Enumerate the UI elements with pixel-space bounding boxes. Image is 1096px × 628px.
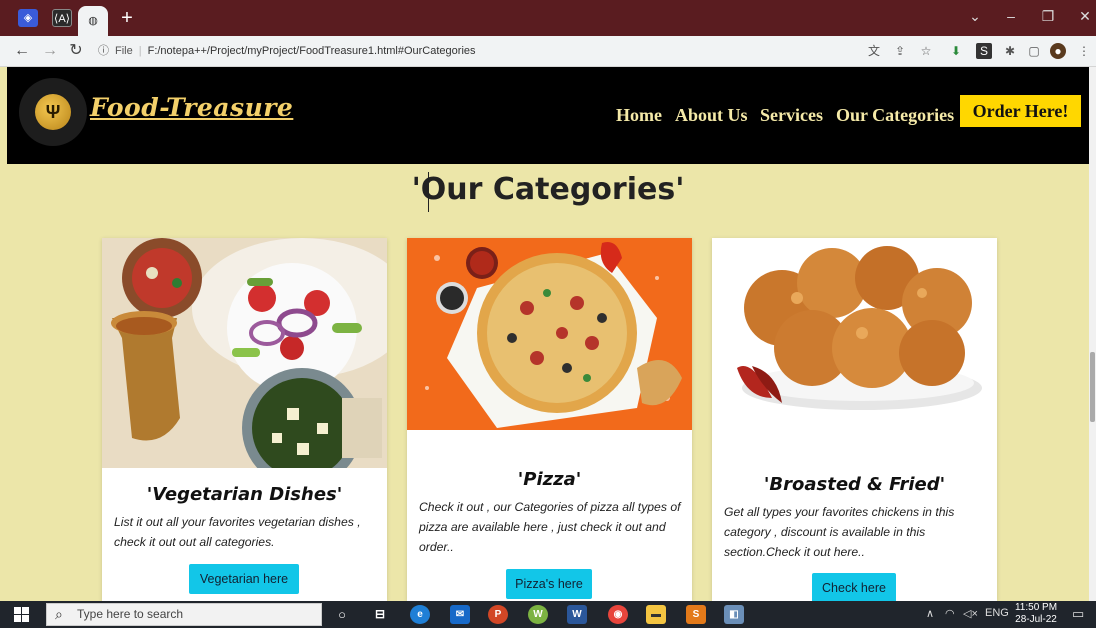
close-icon[interactable]: ✕	[1074, 8, 1096, 25]
windows-taskbar: ⌕ Type here to search ○ ⊟ e ✉ P W W ◉ ▬ …	[0, 601, 1096, 628]
category-card-vegetarian: 'Vegetarian Dishes' List it out all your…	[102, 238, 387, 601]
category-card-pizza: 'Pizza' Check it out , our Categories of…	[407, 238, 692, 601]
tab-search-icon[interactable]: ⌄	[964, 8, 986, 25]
nav-about-us[interactable]: About Us	[675, 105, 748, 126]
language-indicator[interactable]: ENG	[985, 607, 1009, 619]
mail-icon[interactable]: ✉	[450, 605, 470, 624]
pizzas-here-button[interactable]: Pizza's here	[506, 569, 592, 599]
extension-download-icon[interactable]: ⬇	[948, 43, 964, 59]
info-icon[interactable]: ⓘ	[98, 45, 109, 57]
section-title: 'Our Categories'	[411, 172, 685, 207]
check-here-button[interactable]: Check here	[812, 573, 896, 601]
word-icon[interactable]: W	[567, 605, 587, 624]
notifications-icon[interactable]: ▭	[1072, 606, 1084, 622]
url-separator: |	[138, 45, 142, 57]
profile-avatar-icon[interactable]: ●	[1050, 43, 1066, 59]
taskbar-search-placeholder: Type here to search	[77, 607, 184, 621]
nav-services[interactable]: Services	[760, 105, 823, 126]
pizza-image	[407, 238, 692, 430]
volume-muted-icon[interactable]: ◁×	[963, 607, 978, 620]
reload-icon[interactable]: ↻	[66, 41, 86, 61]
file-explorer-icon[interactable]: ▬	[646, 605, 666, 624]
page-scrollbar[interactable]	[1089, 67, 1096, 601]
windows-start-icon[interactable]	[14, 607, 30, 623]
taskbar-search-input[interactable]: ⌕ Type here to search	[46, 603, 322, 626]
powerpoint-icon[interactable]: P	[488, 605, 508, 624]
edge-icon[interactable]: e	[410, 605, 430, 624]
screen: ◈ ⟨A⟩ ◍ + ⌄ – ❐ ✕ ← → ↻ ⓘ File | F:/notepa+…	[0, 0, 1096, 628]
url-text: F:/notepa++/Project/myProject/FoodTreasu…	[147, 45, 476, 57]
tray-chevron-icon[interactable]: ∧	[926, 607, 934, 620]
browser-tab-strip: ◈ ⟨A⟩ ◍ + ⌄ – ❐ ✕	[0, 0, 1096, 36]
fried-chicken-image	[712, 238, 997, 423]
app-last-icon[interactable]: ◧	[724, 605, 744, 624]
clock-time: 11:50 PM	[1014, 602, 1058, 613]
address-bar: ← → ↻ ⓘ File | F:/notepa++/Project/myProjec…	[0, 36, 1096, 67]
extensions-puzzle-icon[interactable]: ✱	[1002, 43, 1018, 59]
url-field[interactable]: ⓘ File | F:/notepa++/Project/myProject/Food…	[98, 40, 858, 63]
brand-name[interactable]: Food-Treasure	[90, 93, 293, 122]
side-panel-icon[interactable]: ▢	[1026, 43, 1042, 59]
restore-icon[interactable]: ❐	[1037, 8, 1059, 25]
category-card-broasted: 'Broasted & Fried' Get all types your fa…	[712, 238, 997, 601]
vegetarian-here-button[interactable]: Vegetarian here	[189, 564, 299, 594]
bookmark-star-icon[interactable]: ☆	[918, 43, 934, 59]
site-header: Ψ Food-Treasure Home About Us Services O…	[7, 67, 1089, 164]
cortana-icon[interactable]: ○	[332, 605, 352, 624]
scrollbar-thumb[interactable]	[1090, 352, 1095, 422]
task-view-icon[interactable]: ⊟	[370, 605, 390, 624]
card-title: 'Vegetarian Dishes'	[146, 484, 343, 505]
logo[interactable]: Ψ	[19, 78, 87, 146]
menu-kebab-icon[interactable]: ⋮	[1076, 43, 1092, 59]
back-icon[interactable]: ←	[12, 41, 32, 61]
fork-knife-icon: Ψ	[35, 94, 71, 130]
card-title: 'Broasted & Fried'	[763, 474, 946, 495]
card-description: List it out all your favorites vegetaria…	[114, 515, 361, 549]
text-cursor	[428, 172, 429, 212]
vegetarian-dishes-image	[102, 238, 387, 468]
globe-icon: ◍	[88, 15, 98, 27]
new-tab-button[interactable]: +	[116, 6, 138, 30]
url-scheme-label: File	[115, 45, 133, 57]
app-w-icon[interactable]: W	[528, 605, 548, 624]
share-icon[interactable]: ⇪	[892, 43, 908, 59]
active-tab[interactable]: ◍	[78, 6, 108, 36]
card-title: 'Pizza'	[517, 469, 582, 490]
wifi-icon[interactable]: ◠	[945, 607, 955, 620]
card-description: Check it out , our Categories of pizza a…	[419, 500, 681, 554]
clock-date: 28-Jul-22	[1015, 614, 1057, 625]
nav-home[interactable]: Home	[616, 105, 662, 126]
sublime-icon[interactable]: S	[686, 605, 706, 624]
chrome-icon[interactable]: ◉	[608, 605, 628, 624]
pinned-tab-2-icon[interactable]: ⟨A⟩	[52, 9, 72, 27]
minimize-icon[interactable]: –	[1000, 8, 1022, 24]
extension-s-icon[interactable]: S	[976, 43, 992, 59]
search-icon: ⌕	[55, 606, 63, 622]
forward-icon[interactable]: →	[40, 41, 60, 61]
pinned-tab-icon[interactable]: ◈	[18, 9, 38, 27]
clock[interactable]: 11:50 PM 28-Jul-22	[1014, 602, 1058, 626]
card-description: Get all types your favorites chickens in…	[724, 505, 955, 559]
translate-icon[interactable]: 文	[866, 43, 882, 59]
order-here-button[interactable]: Order Here!	[960, 95, 1081, 127]
nav-our-categories[interactable]: Our Categories	[836, 105, 954, 126]
